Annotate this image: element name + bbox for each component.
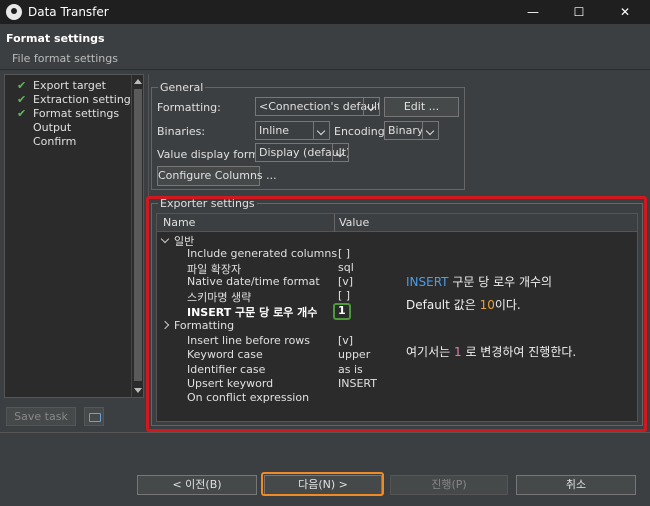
tree-row-value[interactable]: sql (338, 261, 354, 274)
chevron-down-icon (332, 144, 348, 161)
nav-item-label: Format settings (33, 107, 120, 120)
annotation-line-1: INSERT 구문 당 로우 개수의 (406, 273, 552, 290)
chevron-down-icon (363, 98, 379, 115)
close-button[interactable]: ✕ (602, 0, 648, 24)
page-title: Format settings (6, 32, 105, 45)
nav-item-label: Confirm (33, 135, 77, 148)
tree-group-formatting[interactable]: Formatting (174, 319, 234, 332)
encoding-label: Encoding: (334, 125, 389, 138)
annotation-line-2: Default 값은 10이다. (406, 296, 521, 313)
value-display-select[interactable]: Display (default) (255, 143, 349, 162)
nav-item-format-settings[interactable]: ✔ Format settings (5, 107, 119, 121)
app-icon (6, 4, 22, 20)
scroll-up-icon[interactable] (134, 79, 142, 84)
tree-header: Name Value (157, 214, 637, 232)
tree-row-name[interactable]: Keyword case (187, 348, 263, 361)
encoding-select-value: Binary (388, 124, 424, 137)
tree-row-value[interactable]: [ ] (338, 247, 350, 260)
binaries-label: Binaries: (157, 125, 206, 138)
footer-divider (0, 432, 650, 433)
annotation-text: 이다. (494, 298, 521, 312)
proceed-button[interactable]: 진행(P) (390, 475, 508, 495)
tree-row-value[interactable]: [v] (338, 275, 353, 288)
nav-item-label: Extraction settings (33, 93, 137, 106)
cancel-button[interactable]: 취소 (516, 475, 636, 495)
annotation-text: 구문 당 로우 개수의 (448, 275, 553, 289)
scroll-down-icon[interactable] (134, 388, 142, 393)
tree-row-value[interactable]: INSERT (338, 377, 377, 390)
nav-scrollbar[interactable] (131, 75, 143, 397)
encoding-select[interactable]: Binary (384, 121, 439, 140)
annotation-text: 로 변경하여 진행한다. (461, 345, 577, 359)
formatting-label: Formatting: (157, 101, 221, 114)
tree-row-name-insert-rows[interactable]: INSERT 구문 당 로우 개수 (187, 304, 317, 320)
col-value-header[interactable]: Value (339, 216, 369, 229)
save-task-button[interactable]: Save task (6, 407, 76, 426)
back-button[interactable]: < 이전(B) (137, 475, 257, 495)
edit-button[interactable]: Edit ... (384, 97, 459, 117)
tree-row-name[interactable]: Identifier case (187, 363, 265, 376)
task-config-icon[interactable] (84, 407, 104, 426)
annotation-highlight: INSERT (406, 275, 449, 289)
configure-columns-button[interactable]: Configure Columns ... (157, 166, 277, 186)
general-group-title: General (158, 81, 206, 94)
window-title: Data Transfer (28, 5, 109, 19)
col-name-header[interactable]: Name (163, 216, 195, 229)
nav-item-output[interactable]: Output (5, 121, 71, 135)
scroll-thumb[interactable] (134, 89, 142, 381)
tree-row-name[interactable]: 스키마명 생략 (187, 289, 251, 305)
nav-item-export-target[interactable]: ✔ Export target (5, 79, 106, 93)
annotation-line-3: 여기서는 1 로 변경하여 진행한다. (406, 343, 576, 360)
title-bar: Data Transfer — ☐ ✕ (0, 0, 650, 24)
binaries-select-value: Inline (259, 124, 290, 137)
annotation-highlight: 10 (479, 298, 495, 312)
chevron-down-icon (313, 122, 329, 139)
check-icon: ✔ (17, 107, 27, 120)
tree-row-value[interactable]: [ ] (338, 289, 350, 302)
insert-rows-value-highlight (333, 303, 351, 320)
page-header: Format settings File format settings (0, 24, 650, 70)
binaries-select[interactable]: Inline (255, 121, 330, 140)
tree-row-name[interactable]: On conflict expression (187, 391, 309, 404)
tree-row-name[interactable]: Include generated columns (187, 247, 337, 260)
page-subtitle: File format settings (12, 52, 118, 65)
formatting-select-value: <Connection's default> (259, 100, 380, 113)
check-icon: ✔ (17, 79, 27, 92)
formatting-select[interactable]: <Connection's default> (255, 97, 380, 116)
tree-row-name[interactable]: Native date/time format (187, 275, 320, 288)
minimize-button[interactable]: — (510, 0, 556, 24)
nav-item-label: Export target (33, 79, 106, 92)
tree-row-name[interactable]: Upsert keyword (187, 377, 273, 390)
annotation-text: Default 값은 (406, 298, 480, 312)
tree-row-value[interactable]: as is (338, 363, 363, 376)
nav-item-label: Output (33, 121, 72, 134)
chevron-down-icon (422, 122, 438, 139)
tree-row-name[interactable]: Insert line before rows (187, 334, 310, 347)
annotation-text: 여기서는 (406, 345, 454, 359)
wizard-steps-nav: ✔ Export target ✔ Extraction settings ✔ For… (4, 74, 144, 398)
nav-item-confirm[interactable]: Confirm (5, 135, 76, 149)
nav-item-extraction-settings[interactable]: ✔ Extraction settings (5, 93, 137, 107)
annotation-highlight: 1 (453, 345, 462, 359)
tree-row-value[interactable]: [v] (338, 334, 353, 347)
check-icon: ✔ (17, 93, 27, 106)
maximize-button[interactable]: ☐ (556, 0, 602, 24)
tree-row-value[interactable]: upper (338, 348, 370, 361)
next-button-highlight (261, 472, 384, 496)
